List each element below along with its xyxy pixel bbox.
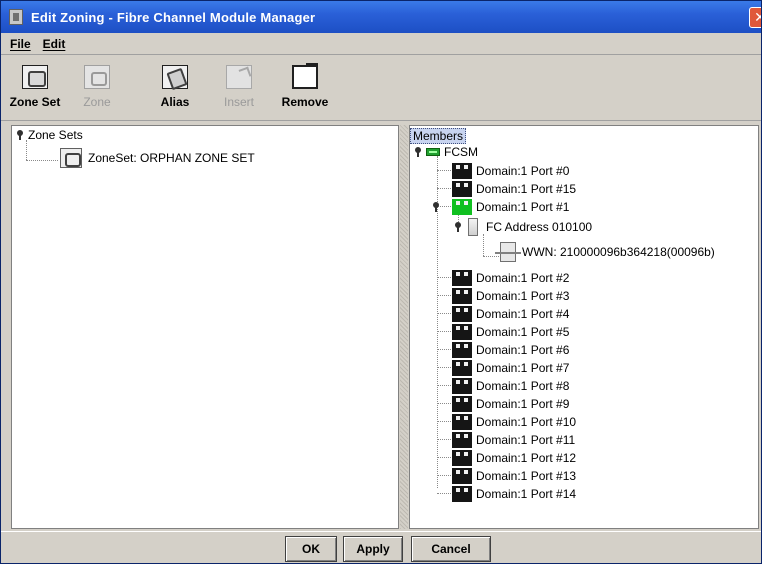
port-label: Domain:1 Port #13: [476, 469, 577, 483]
insert-button[interactable]: Insert: [215, 61, 263, 117]
port-label: Domain:1 Port #14: [476, 487, 577, 501]
tree-node-port[interactable]: Domain:1 Port #4: [452, 306, 569, 322]
port-icon: [452, 181, 472, 197]
tree-node-port[interactable]: Domain:1 Port #0: [452, 163, 569, 179]
tree-node-port[interactable]: Domain:1 Port #5: [452, 324, 569, 340]
insert-label: Insert: [223, 95, 254, 109]
cancel-button[interactable]: Cancel: [411, 536, 491, 562]
tree-node-port[interactable]: Domain:1 Port #15: [452, 181, 576, 197]
tree-expand-icon[interactable]: [16, 130, 24, 140]
alias-label: Alias: [160, 95, 190, 109]
menu-bar: File Edit: [1, 33, 761, 55]
app-icon: [9, 9, 23, 25]
tree-node-port[interactable]: Domain:1 Port #13: [452, 468, 576, 484]
title-bar: Edit Zoning - Fibre Channel Module Manag…: [1, 1, 761, 33]
zone-icon: [84, 65, 110, 89]
menu-edit[interactable]: Edit: [40, 37, 69, 51]
insert-icon: [226, 65, 252, 89]
port-icon: [452, 324, 472, 340]
remove-icon: [292, 63, 318, 89]
remove-button[interactable]: Remove: [277, 61, 333, 117]
members-panel[interactable]: Members FCSM Domain:1 Port #0 Domain:1 P…: [409, 125, 759, 529]
tree-node-port[interactable]: Domain:1 Port #6: [452, 342, 569, 358]
port-icon: [452, 432, 472, 448]
zone-button[interactable]: Zone: [75, 61, 119, 117]
tree-node-fcsm[interactable]: FCSM: [414, 145, 478, 159]
port-icon: [452, 306, 472, 322]
device-icon: [468, 218, 478, 236]
tree-expand-icon[interactable]: [414, 147, 422, 157]
port-icon: [452, 486, 472, 502]
members-header: Members: [410, 128, 467, 144]
port-label: Domain:1 Port #7: [476, 361, 570, 375]
port-label: Domain:1 Port #8: [476, 379, 570, 393]
tree-node-port[interactable]: Domain:1 Port #9: [452, 396, 569, 412]
port-icon: [452, 396, 472, 412]
port-label: Domain:1 Port #4: [476, 307, 570, 321]
tree-node-wwn[interactable]: WWN: 210000096b364218(00096b): [495, 242, 715, 262]
tree-node-port[interactable]: Domain:1 Port #10: [452, 414, 576, 430]
port-icon: [452, 270, 472, 286]
tree-expand-icon[interactable]: [454, 222, 462, 232]
tree-node-zone-sets[interactable]: Zone Sets: [16, 128, 83, 142]
zone-set-label: Zone Set: [9, 95, 61, 109]
tree-node-port[interactable]: Domain:1 Port #7: [452, 360, 569, 376]
button-bar: OK Apply Cancel: [1, 531, 761, 563]
tree-node-port[interactable]: Domain:1 Port #11: [452, 432, 575, 448]
tree-node-port[interactable]: Domain:1 Port #12: [452, 450, 576, 466]
port-icon: [452, 342, 472, 358]
port-label: Domain:1 Port #12: [476, 451, 577, 465]
fcsm-label: FCSM: [444, 145, 478, 159]
wwn-icon: [495, 242, 521, 262]
port-icon: [452, 378, 472, 394]
zone-set-icon: [60, 148, 82, 168]
port-icon: [452, 450, 472, 466]
menu-file[interactable]: File: [7, 37, 34, 51]
edit-zoning-window: Edit Zoning - Fibre Channel Module Manag…: [0, 0, 762, 564]
zoneset-label: ZoneSet: ORPHAN ZONE SET: [88, 151, 255, 165]
zone-sets-label: Zone Sets: [28, 128, 83, 142]
alias-button[interactable]: Alias: [153, 61, 197, 117]
alias-icon: [162, 65, 188, 89]
port-icon: [452, 199, 472, 215]
apply-button[interactable]: Apply: [343, 536, 403, 562]
port-label: Domain:1 Port #5: [476, 325, 570, 339]
port-icon: [452, 468, 472, 484]
tree-node-port[interactable]: Domain:1 Port #3: [452, 288, 569, 304]
zone-set-button[interactable]: Zone Set: [7, 61, 63, 117]
port-label: Domain:1 Port #10: [476, 415, 577, 429]
close-icon[interactable]: ✕: [749, 7, 761, 28]
window-title: Edit Zoning - Fibre Channel Module Manag…: [31, 9, 316, 25]
zone-label: Zone: [83, 95, 111, 109]
tree-node-zoneset[interactable]: ZoneSet: ORPHAN ZONE SET: [60, 148, 255, 168]
tree-expand-icon[interactable]: [432, 202, 440, 212]
toolbar: Zone Set Zone Alias Insert Remove: [1, 57, 761, 121]
tree-node-port[interactable]: Domain:1 Port #14: [452, 486, 576, 502]
tree-node-port-selected[interactable]: Domain:1 Port #1: [432, 199, 569, 215]
ok-button[interactable]: OK: [285, 536, 337, 562]
port-icon: [452, 288, 472, 304]
port-label: Domain:1 Port #11: [476, 433, 576, 447]
port-icon: [452, 360, 472, 376]
split-pane-divider[interactable]: [400, 125, 408, 529]
port-label: Domain:1 Port #9: [476, 397, 570, 411]
tree-node-port[interactable]: Domain:1 Port #8: [452, 378, 569, 394]
remove-label: Remove: [281, 95, 329, 109]
tree-node-fc-address[interactable]: FC Address 010100: [454, 218, 592, 236]
tree-node-port[interactable]: Domain:1 Port #2: [452, 270, 569, 286]
switch-icon: [426, 148, 440, 156]
zone-sets-panel[interactable]: Zone Sets ZoneSet: ORPHAN ZONE SET: [11, 125, 399, 529]
port-icon: [452, 414, 472, 430]
port-label: Domain:1 Port #2: [476, 271, 570, 285]
port-label: Domain:1 Port #3: [476, 289, 570, 303]
port-label: Domain:1 Port #6: [476, 343, 570, 357]
port-icon: [452, 163, 472, 179]
zone-set-icon: [22, 65, 48, 89]
